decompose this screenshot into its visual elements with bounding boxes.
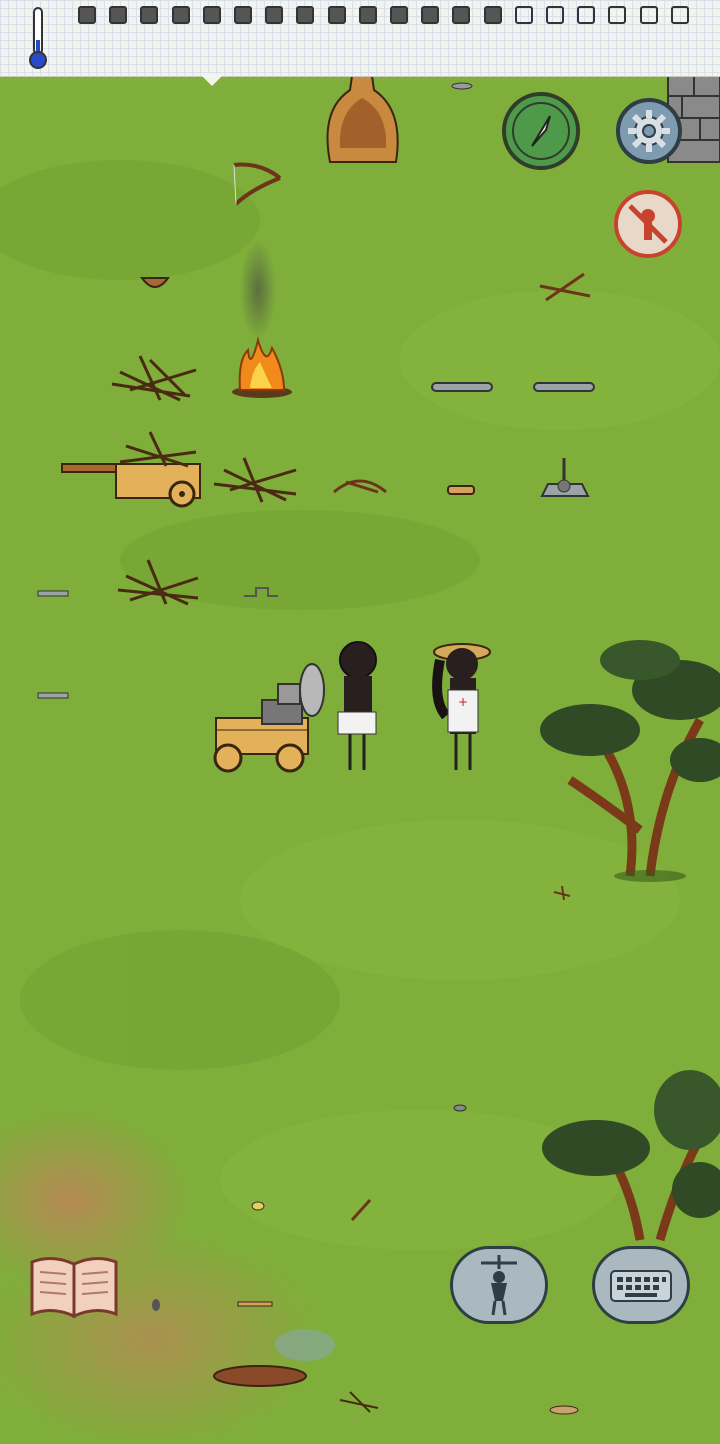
chat-keyboard-button[interactable]	[592, 1246, 690, 1324]
food-pip	[390, 6, 408, 24]
food-pip	[78, 6, 96, 24]
food-pip	[358, 6, 377, 24]
food-pip	[234, 6, 252, 24]
no-kill-toggle[interactable]	[614, 190, 682, 258]
seed-item	[251, 1201, 265, 1211]
food-pip	[546, 6, 564, 24]
small-stone	[451, 82, 473, 90]
food-pip	[171, 6, 190, 24]
compass-button[interactable]	[502, 92, 580, 170]
hud-top-bar	[0, 0, 720, 86]
dug-soil	[213, 1365, 307, 1387]
flat-stone	[549, 1405, 579, 1415]
food-pip	[670, 6, 689, 24]
tech-book-button[interactable]	[28, 1254, 120, 1320]
steel-rod-2	[37, 692, 69, 699]
settings-button[interactable]	[616, 98, 682, 164]
puppet-icon	[481, 1255, 517, 1316]
steel-pipe-2	[533, 382, 595, 392]
food-pip	[514, 6, 533, 24]
pebble-1	[453, 1104, 467, 1112]
food-pip	[421, 6, 440, 24]
water-puddle	[275, 1329, 335, 1361]
no-kill-icon	[628, 204, 668, 244]
compass-icon	[512, 102, 570, 160]
food-pip	[577, 6, 596, 24]
food-pip	[109, 6, 128, 24]
food-pip	[202, 6, 221, 24]
flint-chip	[447, 485, 475, 495]
thermometer-icon	[29, 7, 47, 69]
pebble-2	[152, 1299, 160, 1311]
food-pip	[327, 6, 346, 24]
food-pip	[296, 6, 315, 24]
emote-button[interactable]	[450, 1246, 548, 1324]
steel-pipe-1	[431, 382, 493, 392]
stick-item	[237, 1301, 273, 1307]
food-pip	[452, 6, 471, 24]
game-world[interactable]: +	[0, 0, 720, 1444]
steel-rod-1	[37, 590, 69, 597]
keyboard-icon	[610, 1270, 672, 1302]
gear-icon	[628, 110, 670, 152]
svg-text:+: +	[458, 695, 468, 709]
tooltip-pointer	[200, 74, 224, 86]
food-pip	[140, 6, 159, 24]
book-icon	[30, 1257, 118, 1319]
food-pip	[639, 6, 658, 24]
food-pip	[608, 6, 627, 24]
food-pip	[265, 6, 284, 24]
food-pip	[483, 6, 502, 24]
fire-smoke	[240, 240, 276, 340]
